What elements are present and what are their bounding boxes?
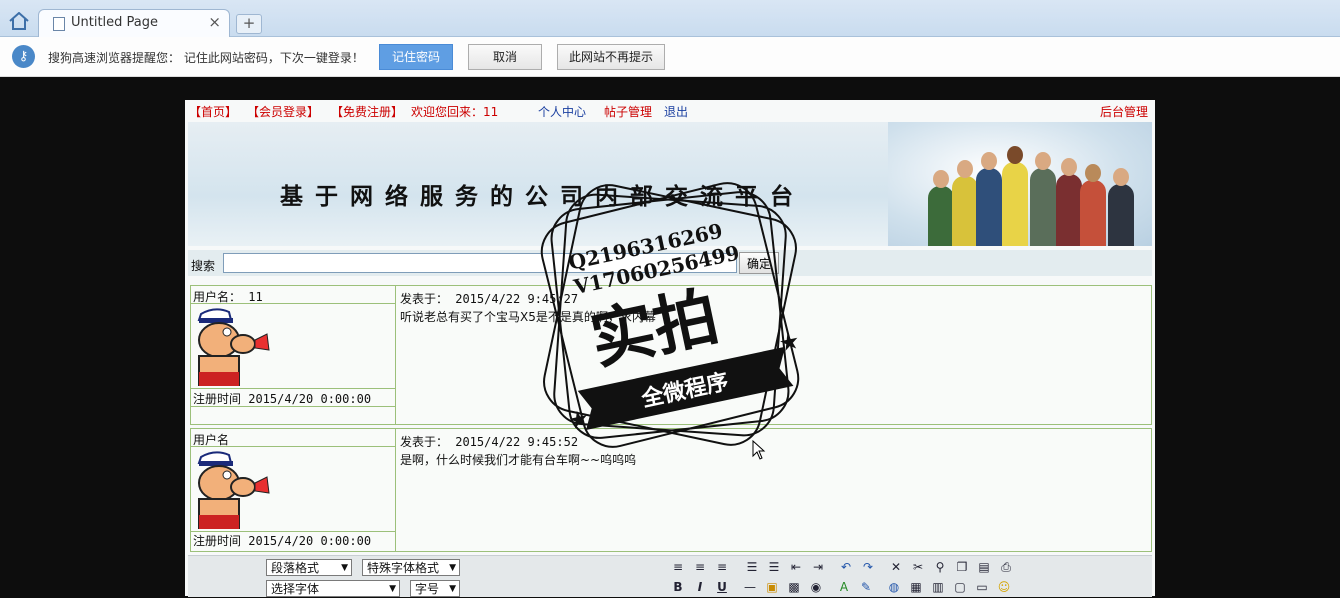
bold-icon[interactable]: B [670,579,686,595]
bullet-list-icon[interactable]: ☰ [744,559,760,575]
insert-media-icon[interactable]: ◉ [808,579,824,595]
search-submit-button[interactable]: 确定 [739,252,779,274]
chevron-down-icon: ▼ [449,563,456,573]
new-tab-button[interactable]: + [236,14,262,34]
special-char-icon[interactable]: ▭ [974,579,990,595]
cut-icon[interactable]: ✂ [910,559,926,575]
mouse-cursor-icon [752,440,766,460]
site-title: 基于网络服务的公司内部交流平台 [280,183,805,210]
font-family-select[interactable]: 选择字体 ▼ [266,580,400,597]
post-time: 发表于： 2015/4/22 9:45:52 [400,435,579,449]
never-prompt-button[interactable]: 此网站不再提示 [557,44,665,70]
insert-table-icon[interactable]: ▥ [930,579,946,595]
paragraph-format-select[interactable]: 段落格式 ▼ [266,559,352,576]
undo-icon[interactable]: ↶ [838,559,854,575]
post-reg-time: 注册时间 2015/4/20 0:00:00 [193,534,372,548]
top-nav: 【首页】 【会员登录】 【免费注册】 欢迎您回来：11 个人中心 帖子管理 退出… [185,100,1155,122]
cancel-button[interactable]: 取消 [468,44,542,70]
avatar [193,306,273,386]
password-notification-bar: ⚷ 搜狗高速浏览器提醒您： 记住此网站密码，下次一键登录！ 记住密码 取消 此网… [0,37,1340,77]
insert-image-icon[interactable]: ▩ [786,579,802,595]
align-right-icon[interactable]: ≡ [714,559,730,575]
search-input[interactable] [223,253,737,273]
font-family-label: 选择字体 [271,582,320,596]
outdent-icon[interactable]: ⇤ [788,559,804,575]
nav-home-link[interactable]: 【首页】 [189,103,237,120]
highlight-icon[interactable]: ✎ [858,579,874,595]
post-content: 是啊，什么时候我们才能有台车啊~~呜呜呜 [400,453,637,467]
tab-bar: Untitled Page × + [0,0,1340,37]
indent-icon[interactable]: ⇥ [810,559,826,575]
browser-tab[interactable]: Untitled Page × [38,9,230,37]
page-icon [53,17,65,31]
tab-close-icon[interactable]: × [208,13,221,31]
nav-personal-link[interactable]: 个人中心 [538,103,586,120]
welcome-text: 欢迎您回来：11 [411,105,499,119]
chevron-down-icon: ▼ [341,563,348,573]
nav-posts-link[interactable]: 帖子管理 [604,103,652,120]
post-time: 发表于： 2015/4/22 9:45:27 [400,292,579,306]
site-banner: 基于网络服务的公司内部交流平台 [188,122,1152,246]
remember-password-button[interactable]: 记住密码 [379,44,453,70]
underline-icon[interactable]: U [714,579,730,595]
copy-icon[interactable]: ❐ [954,559,970,575]
nav-admin-link[interactable]: 后台管理 [1100,103,1148,120]
align-center-icon[interactable]: ≡ [692,559,708,575]
search-bar: 搜索 确定 [188,250,1152,276]
banner-photo [888,122,1152,246]
post-user-info: 用户名： 11 注册时间 2015/4/20 0:00:00 [191,286,396,424]
horizontal-rule-icon[interactable]: — [742,579,758,595]
font-size-select[interactable]: 字号 ▼ [410,580,460,597]
search-label: 搜索 [191,259,216,273]
italic-icon[interactable]: I [692,579,708,595]
browser-chrome: Untitled Page × + ⚷ 搜狗高速浏览器提醒您： 记住此网站密码，… [0,0,1340,77]
notification-text: 搜狗高速浏览器提醒您： 记住此网站密码，下次一键登录！ [48,51,364,65]
web-icon[interactable]: ▦ [908,579,924,595]
align-left-icon[interactable]: ≡ [670,559,686,575]
find-icon[interactable]: ⚲ [932,559,948,575]
nav-register-link[interactable]: 【免费注册】 [331,103,403,120]
delete-icon[interactable]: ✕ [888,559,904,575]
font-size-label: 字号 [415,582,440,596]
rich-text-editor-toolbar: 段落格式 ▼ 特殊字体格式 ▼ 选择字体 ▼ 字号 ▼ ≡ ≡ ≡ ☰ ☰ ⇤ ⇥ ↶ … [188,555,1152,597]
emoticon-icon[interactable]: ☺ [996,579,1012,595]
post-content: 听说老总有买了个宝马X5是不是真的啊，求内幕 [400,310,656,324]
paste-icon[interactable]: ▤ [976,559,992,575]
home-icon[interactable] [8,12,30,30]
key-icon: ⚷ [12,45,35,68]
web-page: 【首页】 【会员登录】 【免费注册】 欢迎您回来：11 个人中心 帖子管理 退出… [185,100,1155,597]
post-user-info: 用户名 注册时间 2015/4/20 0:00:00 [191,429,396,551]
nav-login-link[interactable]: 【会员登录】 [247,103,319,120]
nav-logout-link[interactable]: 退出 [664,103,688,120]
post-item: 用户名： 11 注册时间 2015/4/20 0:00:00 发表于： 2015… [190,285,1152,425]
avatar [193,449,273,529]
post-reg-time: 注册时间 2015/4/20 0:00:00 [193,392,372,406]
insert-link-icon[interactable]: ◍ [886,579,902,595]
form-icon[interactable]: ▢ [952,579,968,595]
redo-icon[interactable]: ↷ [860,559,876,575]
font-color-icon[interactable]: A [836,579,852,595]
chevron-down-icon: ▼ [389,584,396,594]
numbered-list-icon[interactable]: ☰ [766,559,782,575]
paragraph-format-label: 段落格式 [271,561,320,575]
insert-folder-icon[interactable]: ▣ [764,579,780,595]
special-font-format-select[interactable]: 特殊字体格式 ▼ [362,559,460,576]
chevron-down-icon: ▼ [449,584,456,594]
tab-title: Untitled Page [71,15,159,30]
print-icon[interactable]: ⎙ [998,559,1014,575]
special-format-label: 特殊字体格式 [367,561,440,575]
post-item: 用户名 注册时间 2015/4/20 0:00:00 发表于： 2015/4/2… [190,428,1152,552]
